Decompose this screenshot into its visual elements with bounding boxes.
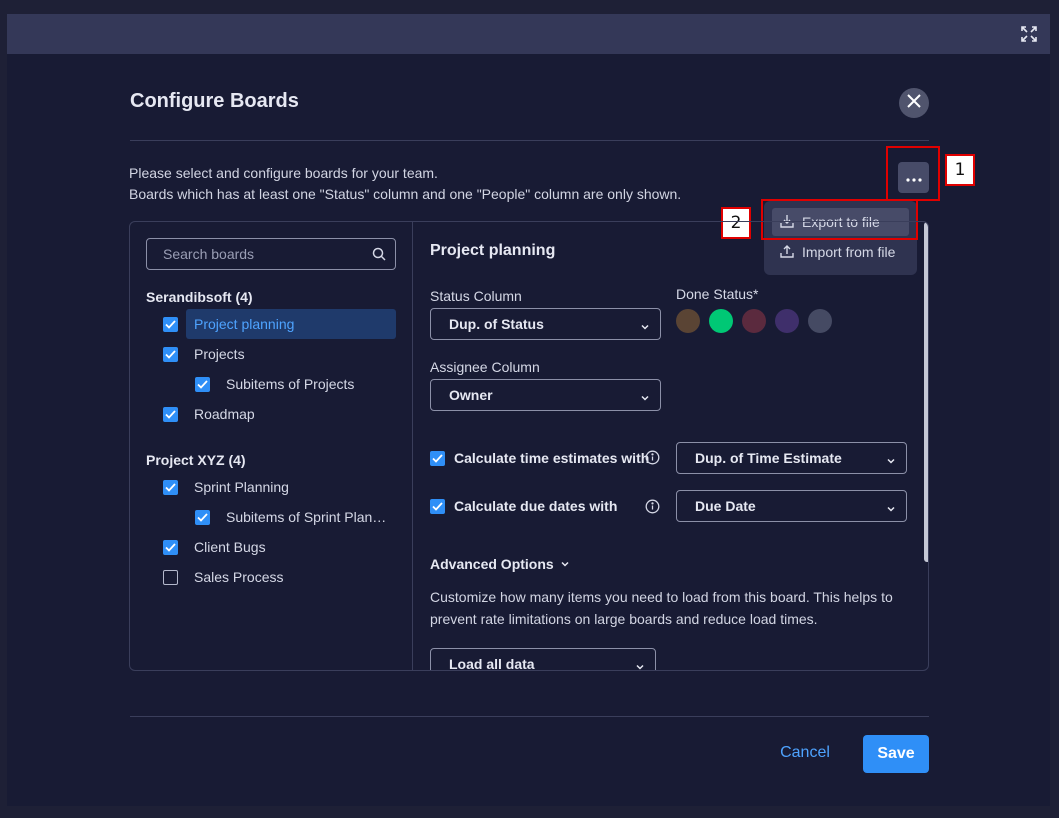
modal-title: Configure Boards <box>130 90 299 112</box>
checkbox-checked[interactable] <box>195 376 210 392</box>
board-label: Client Bugs <box>194 539 266 555</box>
select-value: Dup. of Status <box>449 316 544 332</box>
chevron-down-icon <box>640 319 650 335</box>
board-item-roadmap[interactable]: Roadmap <box>163 399 255 429</box>
checkbox-checked[interactable] <box>195 509 210 525</box>
status-swatch-green[interactable] <box>709 309 733 333</box>
description-line-1: Please select and configure boards for y… <box>129 165 438 181</box>
board-item-sales-process[interactable]: Sales Process <box>163 562 283 592</box>
group-title-project-xyz: Project XYZ (4) <box>146 452 246 468</box>
board-label: Roadmap <box>194 406 255 422</box>
board-label: Projects <box>194 346 245 362</box>
header-divider <box>130 140 929 141</box>
chevron-down-icon <box>635 659 645 670</box>
select-value: Due Date <box>695 498 756 514</box>
select-value: Dup. of Time Estimate <box>695 450 842 466</box>
annotation-box-1 <box>886 146 940 201</box>
board-label: Sales Process <box>194 569 284 585</box>
close-button[interactable] <box>899 88 929 118</box>
boards-list-pane: Serandibsoft (4) Project planning Projec… <box>130 222 413 670</box>
chevron-down-icon <box>640 390 650 406</box>
done-status-label: Done Status* <box>676 286 759 302</box>
board-label: Subitems of Projects <box>226 376 355 392</box>
board-item-subitems-of-sprint-planning[interactable]: Subitems of Sprint Plan… <box>195 502 386 532</box>
done-status-swatches <box>676 309 832 333</box>
checkbox-checked[interactable] <box>163 479 178 495</box>
due-date-checkbox[interactable] <box>430 498 445 514</box>
board-config-pane: Project planning Status Column Dup. of S… <box>414 222 928 671</box>
status-swatch-maroon[interactable] <box>742 309 766 333</box>
info-icon[interactable] <box>645 450 660 470</box>
board-label: Sprint Planning <box>194 479 289 495</box>
footer-divider <box>130 716 929 717</box>
status-column-label: Status Column <box>430 288 522 304</box>
board-item-client-bugs[interactable]: Client Bugs <box>163 532 266 562</box>
assignee-column-select[interactable]: Owner <box>430 379 661 411</box>
due-date-select[interactable]: Due Date <box>676 490 907 522</box>
due-date-row: Calculate due dates with <box>430 498 617 514</box>
select-value: Load all data <box>449 656 535 671</box>
status-swatch-brown[interactable] <box>676 309 700 333</box>
scrollbar[interactable] <box>924 222 928 562</box>
group-title-serandibsoft: Serandibsoft (4) <box>146 289 253 305</box>
close-icon <box>907 93 921 113</box>
checkbox-checked[interactable] <box>163 539 178 555</box>
load-data-select[interactable]: Load all data <box>430 648 656 671</box>
search-icon[interactable] <box>372 247 386 266</box>
select-value: Owner <box>449 387 493 403</box>
checkbox-checked[interactable] <box>163 406 178 422</box>
board-config-title: Project planning <box>430 242 556 259</box>
board-item-subitems-of-projects[interactable]: Subitems of Projects <box>195 369 354 399</box>
status-swatch-gray[interactable] <box>808 309 832 333</box>
chevron-down-icon <box>560 556 570 572</box>
board-label: Project planning <box>194 316 295 332</box>
board-item-project-planning[interactable]: Project planning <box>163 309 396 339</box>
top-bar <box>7 14 1050 54</box>
board-item-sprint-planning[interactable]: Sprint Planning <box>163 472 289 502</box>
info-icon[interactable] <box>645 499 660 519</box>
status-swatch-purple[interactable] <box>775 309 799 333</box>
checkbox-unchecked[interactable] <box>163 569 178 585</box>
advanced-options-description: Customize how many items you need to loa… <box>430 589 893 627</box>
description-line-2: Boards which has at least one "Status" c… <box>129 186 682 202</box>
chevron-down-icon <box>886 501 896 517</box>
search-input[interactable] <box>147 239 395 269</box>
modal-description: Please select and configure boards for y… <box>129 163 681 205</box>
board-label: Subitems of Sprint Plan… <box>226 509 387 525</box>
annotation-label-1: 1 <box>945 154 975 186</box>
chevron-down-icon <box>886 453 896 469</box>
assignee-column-label: Assignee Column <box>430 359 540 375</box>
search-box <box>146 238 396 270</box>
time-estimate-row: Calculate time estimates with <box>430 450 649 466</box>
checkbox-checked[interactable] <box>163 316 178 332</box>
checkbox-checked[interactable] <box>163 346 178 362</box>
time-estimate-select[interactable]: Dup. of Time Estimate <box>676 442 907 474</box>
board-item-projects[interactable]: Projects <box>163 339 245 369</box>
time-estimate-checkbox[interactable] <box>430 450 445 466</box>
boards-panel: Serandibsoft (4) Project planning Projec… <box>129 221 929 671</box>
status-column-select[interactable]: Dup. of Status <box>430 308 661 340</box>
time-estimate-label: Calculate time estimates with <box>454 450 650 466</box>
cancel-button[interactable]: Cancel <box>769 734 841 772</box>
advanced-options-toggle[interactable]: Advanced Options <box>430 556 570 572</box>
expand-icon[interactable] <box>1020 25 1038 43</box>
configure-boards-modal: Configure Boards Please select and confi… <box>7 54 1050 806</box>
due-date-label: Calculate due dates with <box>454 498 618 514</box>
save-button[interactable]: Save <box>863 735 929 773</box>
advanced-options-label: Advanced Options <box>430 556 554 572</box>
